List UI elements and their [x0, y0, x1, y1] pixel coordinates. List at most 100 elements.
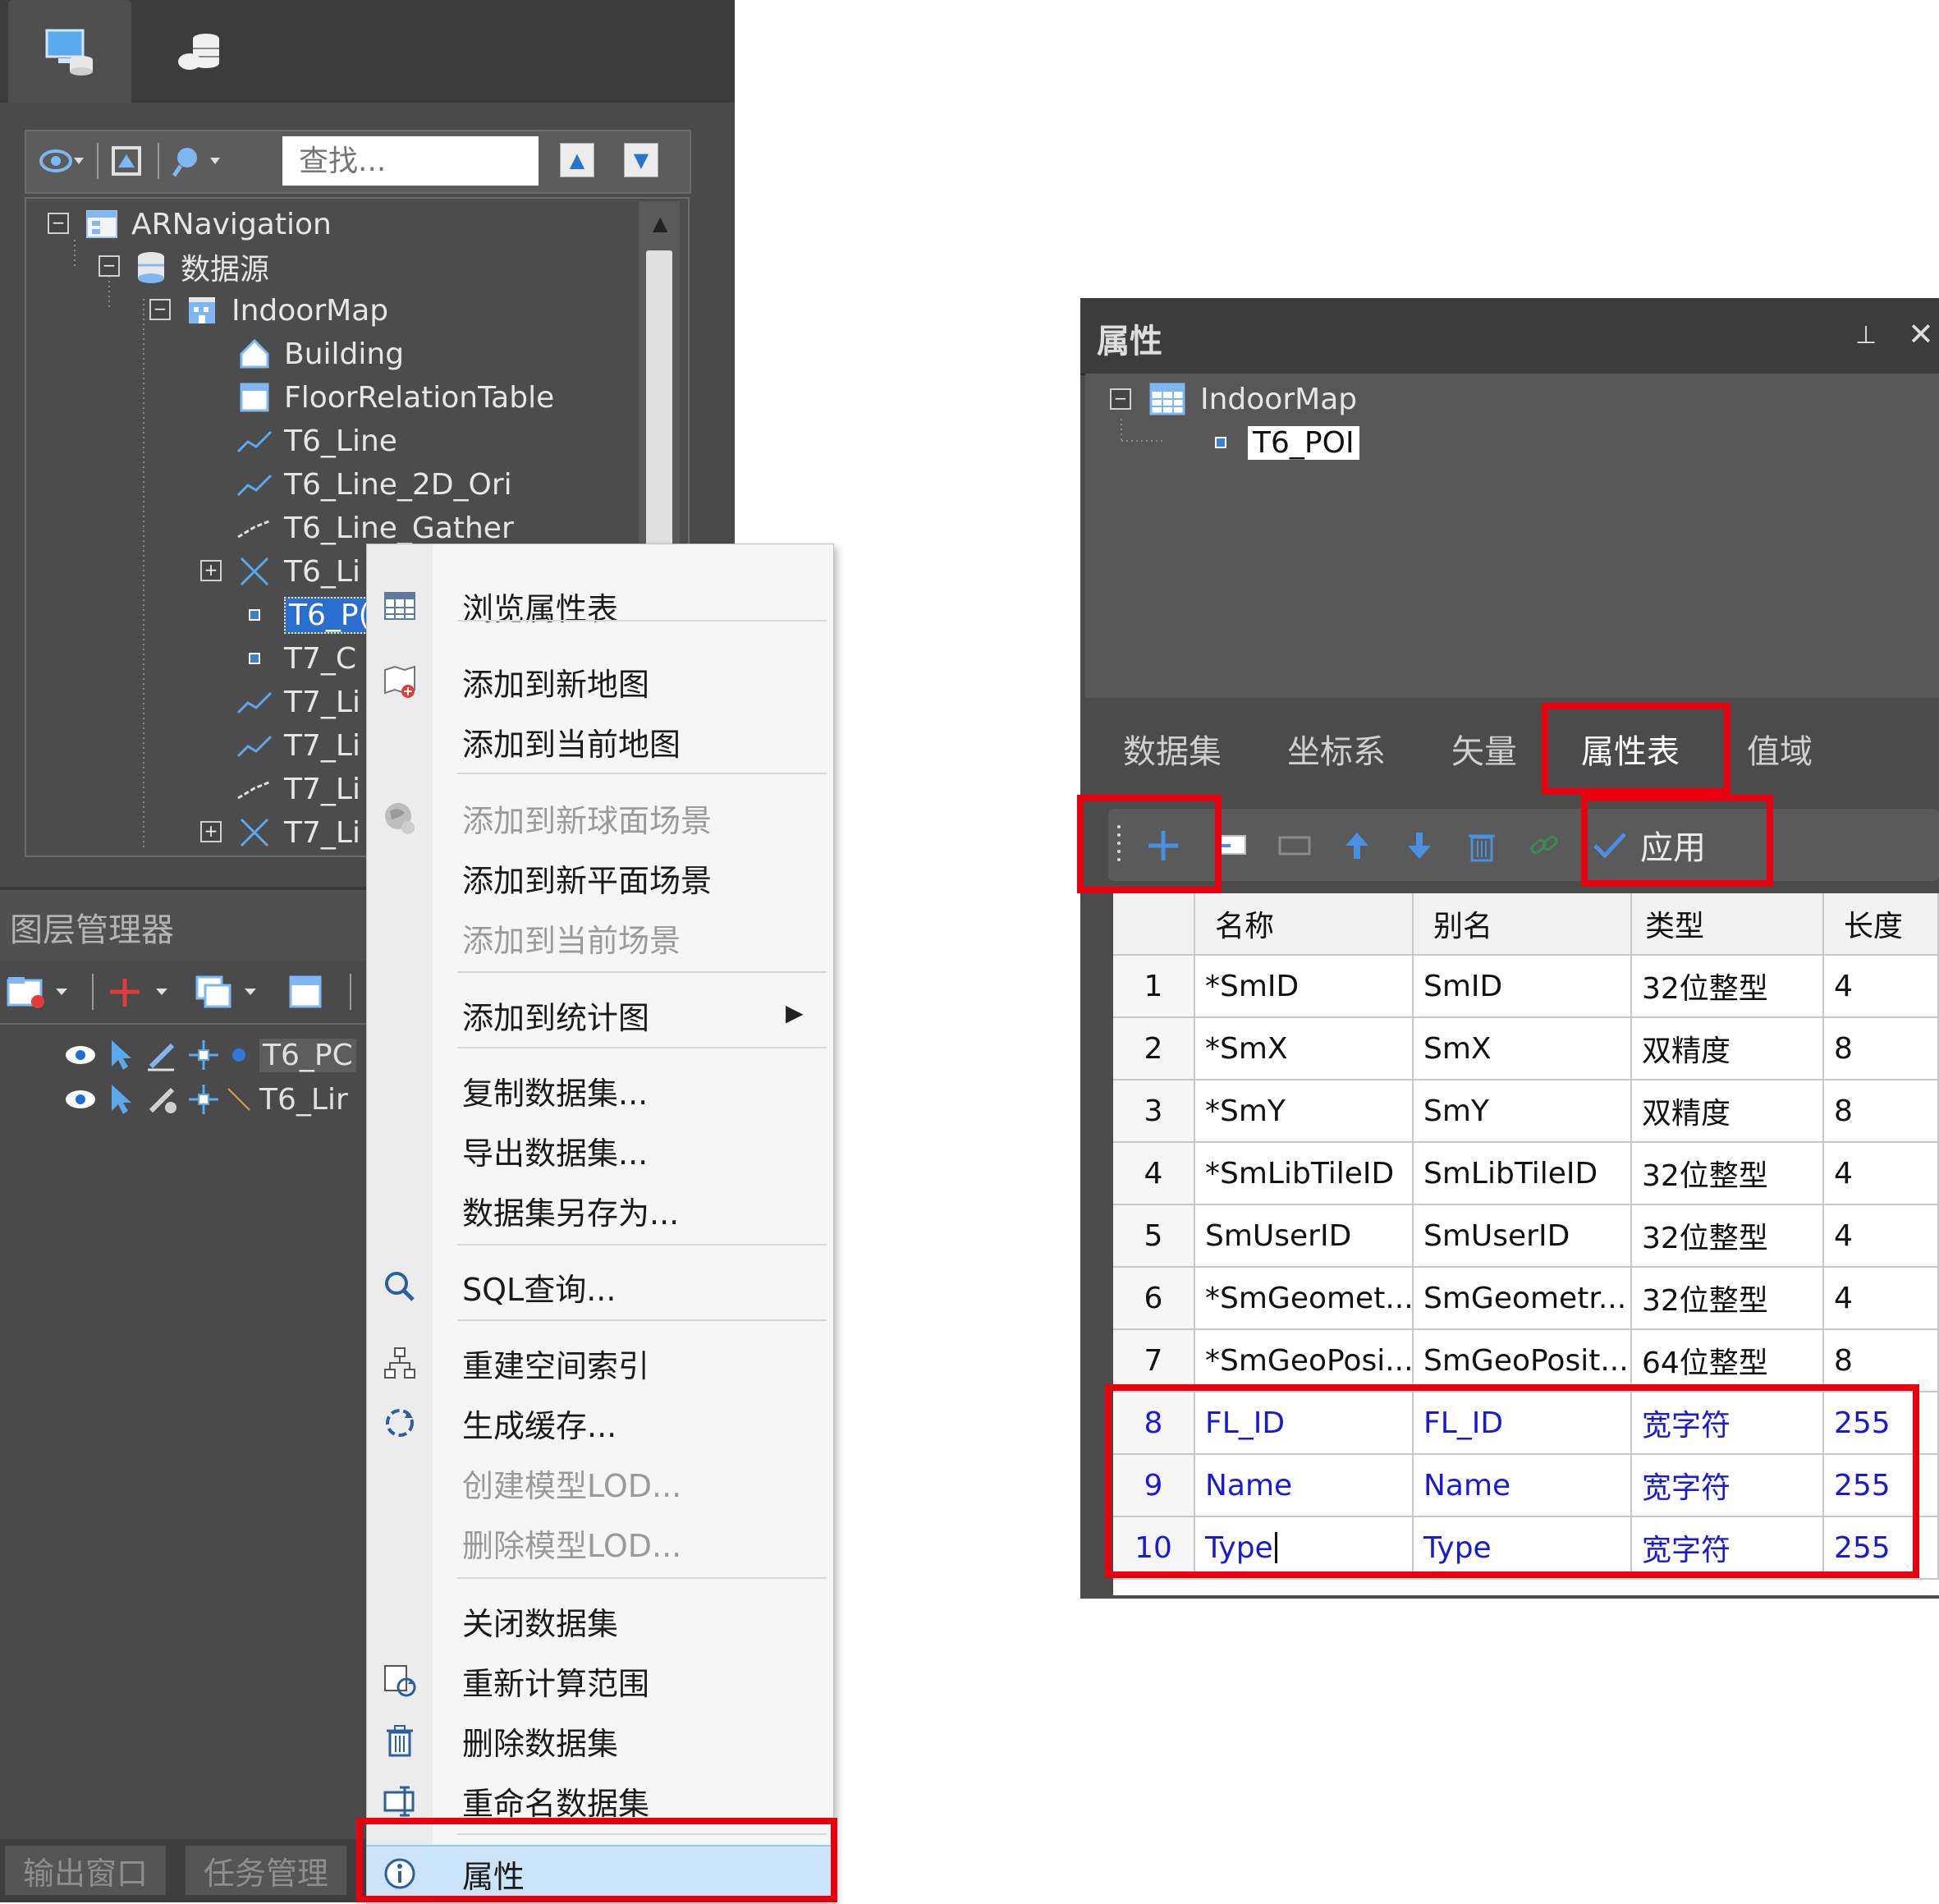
scroll-up-arrow-icon[interactable]: ▲ — [653, 212, 667, 235]
tree-item-datasource[interactable]: IndoorMap — [1148, 377, 1357, 421]
tree-item-dataset[interactable]: FloorRelationTable — [236, 377, 554, 418]
menu-item-add-to-new-plane-scene[interactable]: 添加到新平面场景 — [367, 851, 833, 905]
visible-eye-icon[interactable] — [62, 1087, 99, 1112]
field-type-cell[interactable]: 宽字符 — [1632, 1392, 1824, 1455]
tree-item-dataset[interactable]: Building — [236, 333, 404, 374]
field-name-cell[interactable]: *SmGeoPosi... — [1195, 1330, 1414, 1392]
tree-item-dataset[interactable]: T7_C — [236, 638, 356, 679]
snappable-icon[interactable] — [186, 1037, 222, 1073]
selectable-cursor-icon[interactable] — [103, 1081, 140, 1117]
tree-item-dataset[interactable]: T7_Li — [236, 725, 360, 766]
menu-item-rebuild-spatial-index[interactable]: 重建空间索引 — [367, 1336, 833, 1390]
menu-item-export-dataset[interactable]: 导出数据集... — [367, 1123, 833, 1177]
field-alias-cell[interactable]: Name — [1414, 1455, 1632, 1517]
field-alias-cell[interactable]: FL_ID — [1414, 1392, 1632, 1455]
locate-button[interactable] — [108, 141, 144, 181]
field-alias-cell[interactable]: SmY — [1414, 1080, 1632, 1143]
tab-output-window[interactable]: 输出窗口 — [5, 1846, 167, 1895]
tab-task-manager[interactable]: 任务管理 — [186, 1846, 347, 1895]
tab-dataset[interactable]: 数据集 — [1123, 725, 1222, 773]
tab-vector[interactable]: 矢量 — [1451, 725, 1517, 773]
field-type-cell[interactable]: 宽字符 — [1632, 1517, 1824, 1580]
field-type-cell[interactable]: 双精度 — [1632, 1080, 1824, 1143]
copy-layer-button[interactable] — [194, 972, 268, 1012]
apply-check-icon[interactable] — [1588, 824, 1632, 868]
menu-item-add-to-chart[interactable]: 添加到统计图 ▶ — [367, 988, 833, 1042]
field-length-cell[interactable]: 4 — [1824, 1143, 1939, 1205]
field-name-cell[interactable]: *SmGeomet... — [1195, 1268, 1414, 1330]
menu-item-add-to-new-map[interactable]: 添加到新地图 — [367, 654, 833, 709]
tree-item-workspace[interactable]: ARNavigation — [84, 204, 332, 245]
layer-properties-button[interactable] — [287, 972, 323, 1012]
field-name-cell[interactable]: FL_ID — [1195, 1392, 1414, 1455]
column-header-type[interactable]: 类型 — [1632, 893, 1824, 956]
field-alias-cell[interactable]: Type — [1414, 1517, 1632, 1580]
field-type-cell[interactable]: 宽字符 — [1632, 1455, 1824, 1517]
menu-item-browse-table[interactable]: 浏览属性表 — [367, 579, 833, 633]
tree-item-dataset[interactable]: T6_Line_Gather — [236, 507, 514, 548]
snappable-icon[interactable] — [186, 1081, 222, 1117]
collapse-toggle[interactable]: − — [149, 299, 171, 320]
layer-row[interactable]: T6_Lir — [62, 1077, 348, 1122]
field-name-cell[interactable]: *SmLibTileID — [1195, 1143, 1414, 1205]
menu-item-copy-dataset[interactable]: 复制数据集... — [367, 1063, 833, 1117]
field-length-cell[interactable]: 4 — [1824, 1268, 1939, 1330]
field-name-cell[interactable]: *SmY — [1195, 1080, 1414, 1143]
menu-item-close-dataset[interactable]: 关闭数据集 — [367, 1594, 833, 1648]
field-alias-cell[interactable]: SmX — [1414, 1018, 1632, 1080]
field-length-cell[interactable]: 255 — [1824, 1455, 1939, 1517]
collapse-toggle[interactable]: − — [99, 255, 120, 277]
new-layer-group-button[interactable] — [5, 972, 79, 1012]
field-alias-cell[interactable]: SmLibTileID — [1414, 1143, 1632, 1205]
tree-item-dataset[interactable]: T7_Li — [236, 768, 360, 810]
expand-toggle[interactable]: + — [200, 560, 222, 581]
field-alias-cell[interactable]: SmUserID — [1414, 1205, 1632, 1268]
tab-value-domain[interactable]: 值域 — [1747, 725, 1813, 773]
search-up-button[interactable]: ▲ — [560, 143, 594, 177]
field-alias-cell[interactable]: SmGeometr... — [1414, 1268, 1632, 1330]
menu-item-save-dataset-as[interactable]: 数据集另存为... — [367, 1183, 833, 1237]
insert-field-button[interactable] — [1210, 824, 1254, 868]
menu-item-rename-dataset[interactable]: 重命名数据集 — [367, 1773, 833, 1828]
tree-item-indoormap[interactable]: IndoorMap — [184, 290, 388, 331]
field-name-cell-editing[interactable]: Type — [1195, 1517, 1414, 1580]
field-name-cell[interactable]: SmUserID — [1195, 1205, 1414, 1268]
field-type-cell[interactable]: 32位整型 — [1632, 956, 1824, 1018]
column-header-length[interactable]: 长度 — [1824, 893, 1939, 956]
field-length-cell[interactable]: 255 — [1824, 1517, 1939, 1580]
menu-item-recalculate-bounds[interactable]: 重新计算范围 — [367, 1654, 833, 1708]
tree-item-dataset[interactable]: T6_Line_2D_Ori — [236, 464, 512, 505]
search-dropdown-button[interactable] — [171, 141, 228, 181]
menu-item-add-to-current-map[interactable]: 添加到当前地图 — [367, 714, 833, 768]
database-tab[interactable] — [140, 0, 263, 103]
workspace-manager-tab[interactable] — [8, 0, 131, 103]
tree-item-datasources[interactable]: 数据源 — [133, 246, 269, 287]
field-name-cell[interactable]: Name — [1195, 1455, 1414, 1517]
visible-eye-icon[interactable] — [62, 1043, 99, 1067]
move-up-button[interactable] — [1335, 824, 1379, 868]
field-name-cell[interactable]: *SmID — [1195, 956, 1414, 1018]
collapse-toggle[interactable]: − — [1110, 388, 1131, 410]
field-alias-cell[interactable]: SmID — [1414, 956, 1632, 1018]
tab-coordinate-system[interactable]: 坐标系 — [1287, 725, 1386, 773]
tree-item-dataset[interactable]: T6_POI — [1208, 420, 1359, 465]
field-type-cell[interactable]: 64位整型 — [1632, 1330, 1824, 1392]
field-length-cell[interactable]: 255 — [1824, 1392, 1939, 1455]
apply-button[interactable]: 应用 — [1640, 821, 1706, 869]
delete-field-button[interactable] — [1460, 824, 1504, 868]
menu-item-properties[interactable]: 属性 — [367, 1845, 833, 1902]
close-icon[interactable]: ✕ — [1908, 316, 1934, 352]
field-type-cell[interactable]: 32位整型 — [1632, 1205, 1824, 1268]
layer-row[interactable]: T6_PC — [62, 1033, 356, 1077]
tree-item-dataset[interactable]: T6_Line — [236, 420, 397, 461]
tree-item-dataset[interactable]: T7_Li — [236, 681, 360, 723]
add-field-button[interactable] — [1141, 824, 1185, 868]
field-name-cell[interactable]: *SmX — [1195, 1018, 1414, 1080]
field-length-cell[interactable]: 4 — [1824, 1205, 1939, 1268]
tree-item-dataset[interactable]: T7_Li — [236, 812, 360, 853]
search-down-button[interactable]: ▼ — [624, 143, 658, 177]
expand-toggle[interactable]: + — [200, 821, 222, 842]
collapse-toggle[interactable]: − — [48, 213, 69, 234]
field-type-cell[interactable]: 32位整型 — [1632, 1268, 1824, 1330]
add-layer-button[interactable] — [105, 972, 179, 1012]
